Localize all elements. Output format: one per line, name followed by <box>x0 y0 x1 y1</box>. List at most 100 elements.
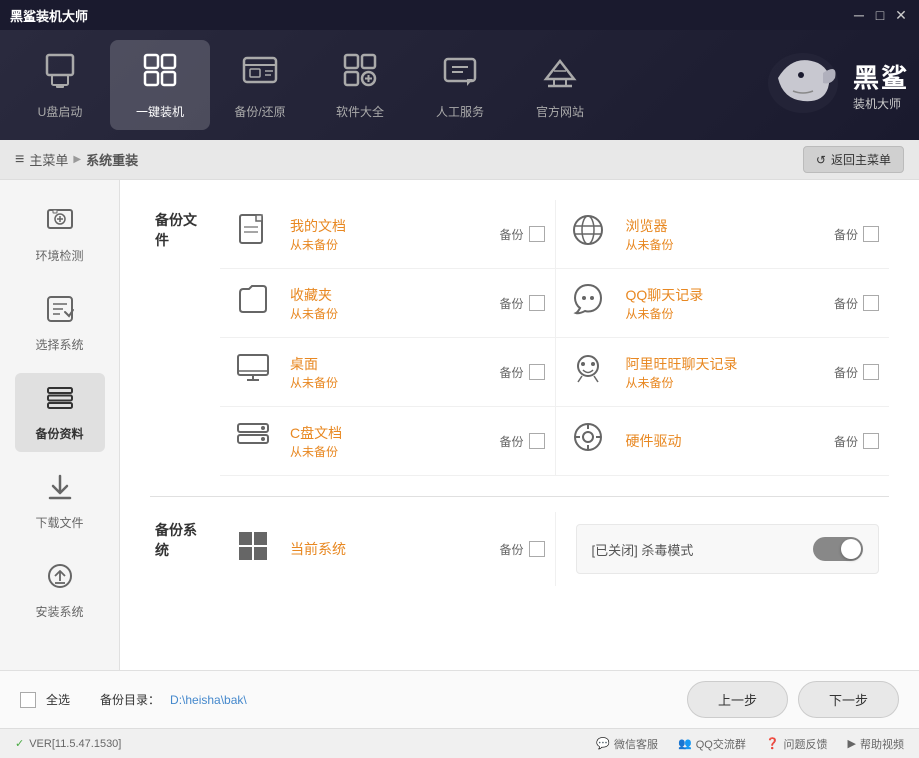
nav-service-label: 人工服务 <box>436 103 484 120</box>
maximize-button[interactable]: □ <box>872 7 888 23</box>
nav-onekey-label: 一键装机 <box>136 103 184 120</box>
browser-checkbox[interactable] <box>863 226 879 242</box>
mydocs-backup-label: 备份 <box>499 226 523 243</box>
favorites-checkbox-area[interactable]: 备份 <box>499 295 544 312</box>
nav-item-service[interactable]: 人工服务 <box>410 40 510 130</box>
help-link[interactable]: ▶ 帮助视频 <box>848 736 904 752</box>
list-item: 阿里旺旺聊天记录 从未备份 备份 <box>555 338 890 407</box>
breadcrumb-home: 主菜单 <box>29 150 68 169</box>
backup-system-section: 备份系统 <box>150 496 889 586</box>
aliww-checkbox-area[interactable]: 备份 <box>834 364 879 381</box>
next-button[interactable]: 下一步 <box>798 681 899 718</box>
sidebar-item-install[interactable]: 安装系统 <box>15 551 105 630</box>
check-icon: ✓ <box>15 737 24 750</box>
sidebar-item-env[interactable]: 环境检测 <box>15 195 105 274</box>
cdocs-info: C盘文档 从未备份 <box>290 423 484 460</box>
app-title: 黑鲨装机大师 <box>10 6 88 25</box>
qq-status-icon: 👥 <box>678 737 692 750</box>
prev-button[interactable]: 上一步 <box>687 681 788 718</box>
favorites-name: 收藏夹 <box>290 285 484 305</box>
website-icon <box>541 51 579 97</box>
aliww-checkbox[interactable] <box>863 364 879 380</box>
browser-backup-label: 备份 <box>834 226 858 243</box>
currentsys-checkbox[interactable] <box>529 541 545 557</box>
nav-software-label: 软件大全 <box>336 103 384 120</box>
antivirus-label: [已关闭] 杀毒模式 <box>592 540 694 559</box>
nav-item-onekey[interactable]: 一键装机 <box>110 40 210 130</box>
nav-item-software[interactable]: 软件大全 <box>310 40 410 130</box>
driver-name: 硬件驱动 <box>626 431 819 451</box>
browser-checkbox-area[interactable]: 备份 <box>834 226 879 243</box>
nav-item-backup[interactable]: 备份/还原 <box>210 40 310 130</box>
qq-status: 从未备份 <box>626 305 819 322</box>
footer-left: 全选 备份目录： D:\heisha\bak\ <box>20 691 247 708</box>
cdocs-checkbox-area[interactable]: 备份 <box>499 433 544 450</box>
nav-usb-label: U盘启动 <box>38 103 83 120</box>
backup-items-grid: 我的文档 从未备份 备份 <box>220 200 889 476</box>
sidebar-item-data[interactable]: 备份资料 <box>15 373 105 452</box>
qq-link[interactable]: 👥 QQ交流群 <box>678 736 746 752</box>
aliww-backup-label: 备份 <box>834 364 858 381</box>
help-icon: ▶ <box>848 737 856 750</box>
cdocs-checkbox[interactable] <box>529 433 545 449</box>
list-item: QQ聊天记录 从未备份 备份 <box>555 269 890 338</box>
desktop-checkbox-area[interactable]: 备份 <box>499 364 544 381</box>
title-bar-left: 黑鲨装机大师 <box>10 6 88 25</box>
minimize-button[interactable]: ─ <box>851 7 867 23</box>
aliww-info: 阿里旺旺聊天记录 从未备份 <box>626 354 819 391</box>
favorites-info: 收藏夹 从未备份 <box>290 285 484 322</box>
qq-link-label: QQ交流群 <box>696 736 746 752</box>
backup-system-label: 备份系统 <box>150 512 205 560</box>
list-item: 浏览器 从未备份 备份 <box>555 200 890 269</box>
desktop-icon <box>230 350 275 394</box>
usb-icon <box>41 51 79 97</box>
status-links: 💬 微信客服 👥 QQ交流群 ❓ 问题反馈 ▶ 帮助视频 <box>596 736 904 752</box>
windows-icon <box>230 527 275 571</box>
list-item: 收藏夹 从未备份 备份 <box>220 269 555 338</box>
list-item: 桌面 从未备份 备份 <box>220 338 555 407</box>
aliww-status: 从未备份 <box>626 374 819 391</box>
aliww-name: 阿里旺旺聊天记录 <box>626 354 819 374</box>
feedback-label: 问题反馈 <box>784 736 828 752</box>
data-label: 备份资料 <box>35 425 83 442</box>
browser-info: 浏览器 从未备份 <box>626 216 819 253</box>
back-icon: ↺ <box>816 153 826 167</box>
driver-checkbox-area[interactable]: 备份 <box>834 433 879 450</box>
select-all-checkbox[interactable] <box>20 692 36 708</box>
mydocs-checkbox-area[interactable]: 备份 <box>499 226 544 243</box>
feedback-link[interactable]: ❓ 问题反馈 <box>766 736 828 752</box>
breadcrumb-menu-icon: ≡ <box>15 151 24 169</box>
software-icon <box>341 51 379 97</box>
wechat-icon: 💬 <box>596 737 610 750</box>
antivirus-toggle[interactable] <box>813 537 863 561</box>
driver-checkbox[interactable] <box>863 433 879 449</box>
footer-dir-path[interactable]: D:\heisha\bak\ <box>170 693 247 707</box>
desktop-status: 从未备份 <box>290 374 484 391</box>
back-button[interactable]: ↺ 返回主菜单 <box>803 146 904 173</box>
footer-right: 上一步 下一步 <box>687 681 899 718</box>
install-label: 安装系统 <box>35 603 83 620</box>
nav-item-usb[interactable]: U盘启动 <box>10 40 110 130</box>
sidebar-item-select[interactable]: 选择系统 <box>15 284 105 363</box>
status-version: ✓ VER[11.5.47.1530] <box>15 737 121 750</box>
title-bar: 黑鲨装机大师 ─ □ ✕ <box>0 0 919 30</box>
wechat-link[interactable]: 💬 微信客服 <box>596 736 658 752</box>
sidebar-item-download[interactable]: 下载文件 <box>15 462 105 541</box>
qq-checkbox[interactable] <box>863 295 879 311</box>
nav-item-website[interactable]: 官方网站 <box>510 40 610 130</box>
cdocs-backup-label: 备份 <box>499 433 523 450</box>
logo-text: 黑鲨 装机大师 <box>853 58 909 112</box>
close-button[interactable]: ✕ <box>893 7 909 23</box>
mydocs-checkbox[interactable] <box>529 226 545 242</box>
status-bar: ✓ VER[11.5.47.1530] 💬 微信客服 👥 QQ交流群 ❓ 问题反… <box>0 728 919 758</box>
mydocs-info: 我的文档 从未备份 <box>290 216 484 253</box>
currentsys-checkbox-area[interactable]: 备份 <box>499 541 544 558</box>
qq-checkbox-area[interactable]: 备份 <box>834 295 879 312</box>
content-area: 备份文件 <box>120 180 919 670</box>
browser-icon <box>566 212 611 256</box>
main-layout: 环境检测 选择系统 <box>0 180 919 670</box>
favorites-checkbox[interactable] <box>529 295 545 311</box>
qq-backup-label: 备份 <box>834 295 858 312</box>
desktop-checkbox[interactable] <box>529 364 545 380</box>
desktop-info: 桌面 从未备份 <box>290 354 484 391</box>
